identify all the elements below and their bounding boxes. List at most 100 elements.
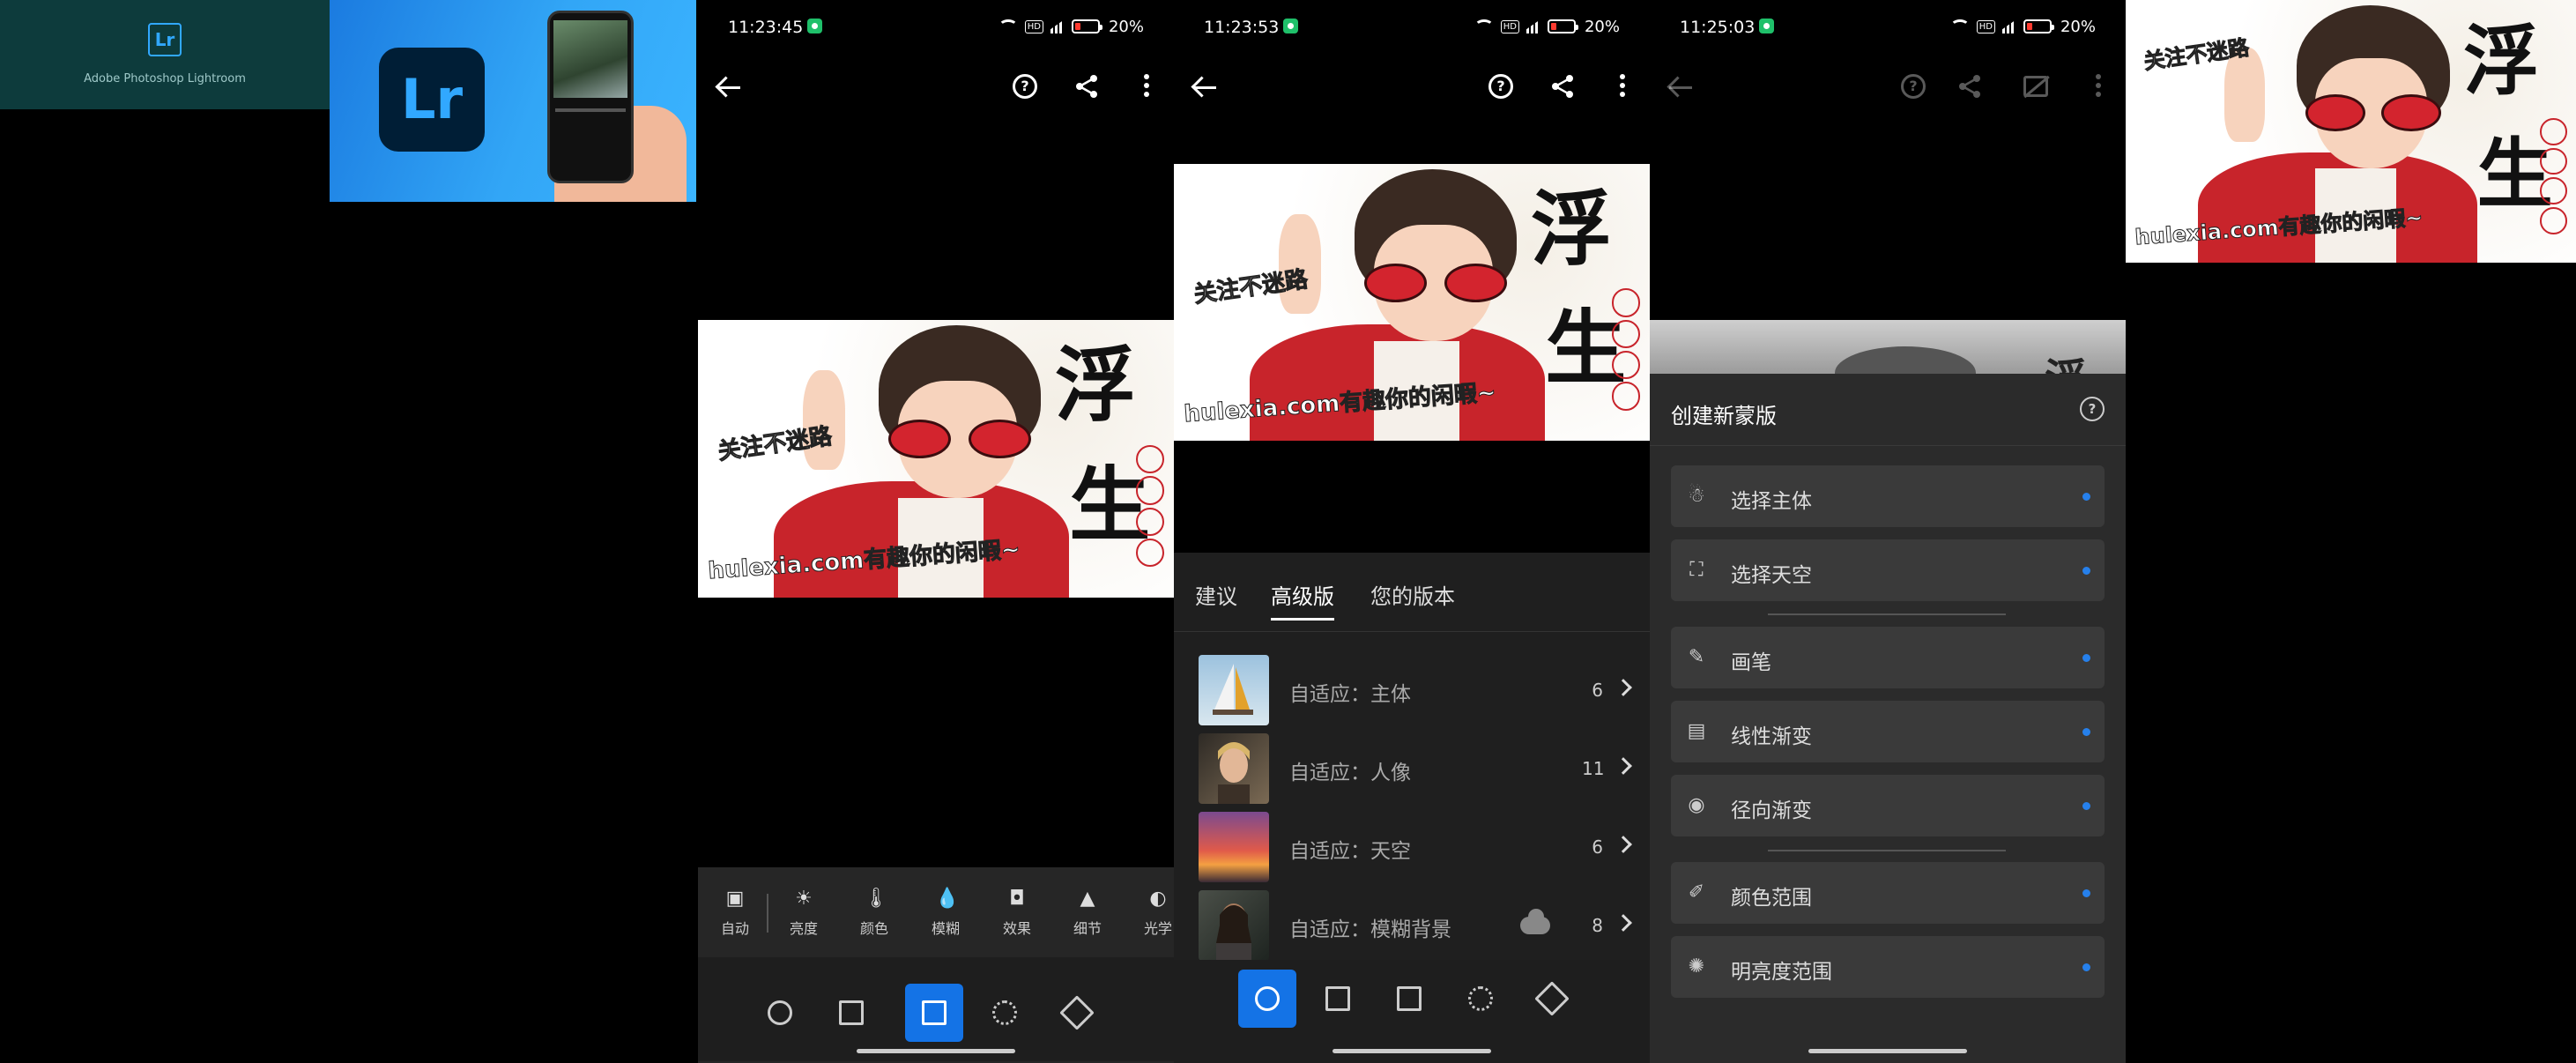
promo-tile-blue: Lr: [330, 0, 696, 202]
share-icon[interactable]: [1956, 72, 1984, 100]
battery-icon: [2023, 19, 2054, 33]
remove-button[interactable]: [1048, 984, 1106, 1042]
bottom-nav: [1174, 960, 1650, 1063]
preset-count: 8: [1592, 915, 1603, 936]
back-arrow-icon[interactable]: [714, 74, 744, 100]
help-icon[interactable]: ?: [2080, 397, 2105, 421]
battery-icon: [1071, 19, 1102, 33]
artwork-title-char-1: 浮: [2463, 16, 2540, 106]
app-name: Adobe Photoshop Lightroom: [84, 72, 246, 85]
image-preview-strip: 浮: [1650, 320, 2126, 375]
lightroom-logo-small: Lr: [148, 23, 182, 56]
create-mask-panel: 创建新蒙版 ? ☃ 选择主体 ⛶ 选择天空 ✎ 画笔 ▤ 线性渐变 ◉ 径向渐变…: [1650, 374, 2126, 1063]
mask-brush[interactable]: ✎ 画笔: [1671, 627, 2105, 688]
chat-notification-icon: [1283, 19, 1298, 33]
back-arrow-icon[interactable]: [1666, 74, 1696, 100]
battery-percent: 20%: [2060, 17, 2096, 36]
preset-thumbnail: [1199, 733, 1269, 804]
vignette-icon: ◘: [1009, 888, 1025, 910]
crop-button[interactable]: [822, 984, 880, 1042]
presets-button[interactable]: [751, 984, 809, 1042]
masking-button[interactable]: [976, 984, 1034, 1042]
mask-select-subject[interactable]: ☃ 选择主体: [1671, 465, 2105, 527]
share-icon[interactable]: [1548, 72, 1577, 100]
status-bar: 11:23:45 HD 20%: [698, 0, 1174, 55]
share-icon[interactable]: [1073, 72, 1101, 100]
edited-image: 浮 生 关注不迷路 hulexia.com有趣你的闲暇~: [1174, 164, 1650, 441]
edit-button[interactable]: [1380, 970, 1438, 1028]
artwork-thumbnail: 浮 生 关注不迷路 hulexia.com有趣你的闲暇~: [2126, 0, 2576, 263]
help-icon[interactable]: ?: [1488, 74, 1513, 99]
artwork-title-char-1: 浮: [1055, 338, 1137, 434]
triangle-icon: ▲: [1080, 888, 1095, 910]
preset-tabs: 建议 高级版 您的版本: [1174, 553, 1650, 632]
status-time: 11:25:03: [1680, 18, 1756, 37]
group-divider: [1768, 613, 2006, 615]
hd-icon: HD: [1024, 19, 1043, 33]
battery-icon: [1547, 19, 1578, 33]
more-options-icon[interactable]: [2096, 74, 2103, 99]
tab-yours[interactable]: 您的版本: [1370, 579, 1455, 610]
tool-auto[interactable]: ▣ 自动: [709, 888, 761, 938]
tab-premium[interactable]: 高级版: [1271, 579, 1334, 621]
preset-row[interactable]: 自适应：模糊背景 8: [1199, 890, 1632, 963]
screen-masking: 11:25:03 HD 20% ? 浮 创建新蒙版 ? ☃ 选择主体 ⛶: [1650, 0, 2126, 1063]
tool-light[interactable]: ☀ 亮度: [777, 888, 830, 938]
edit-panel: ▣ 自动 ☀ 亮度 🌡 颜色 💧 模糊 ◘ 效果 ▲ 细节 ◐ 光学: [698, 867, 1174, 1063]
color-range-icon: ✐: [1688, 881, 1705, 903]
status-time: 11:23:53: [1204, 18, 1280, 37]
chat-notification-icon: [1759, 19, 1774, 33]
crop-button[interactable]: [1309, 970, 1367, 1028]
tool-optics[interactable]: ◐ 光学: [1132, 888, 1174, 938]
help-icon[interactable]: ?: [1901, 74, 1926, 99]
cloud-icon: [1520, 909, 1550, 934]
wifi-icon: [1949, 19, 1970, 33]
chat-notification-icon: [807, 19, 822, 33]
back-arrow-icon[interactable]: [1190, 74, 1220, 100]
mask-select-sky[interactable]: ⛶ 选择天空: [1671, 539, 2105, 601]
top-toolbar: ?: [698, 62, 1174, 113]
preset-count: 11: [1582, 758, 1605, 779]
signal-icon: [2001, 19, 2016, 33]
signal-icon: [1050, 19, 1065, 33]
lens-icon: ◐: [1149, 888, 1167, 910]
luminance-range-icon: ✺: [1688, 955, 1705, 978]
help-icon[interactable]: ?: [1013, 74, 1037, 99]
more-options-icon[interactable]: [1620, 74, 1627, 99]
phone-image: [547, 11, 634, 183]
tool-color[interactable]: 🌡 颜色: [848, 888, 901, 938]
hd-icon: HD: [1976, 19, 1995, 33]
mask-radial-gradient[interactable]: ◉ 径向渐变: [1671, 775, 2105, 836]
drop-icon: 💧: [935, 888, 960, 910]
artwork-title-char-1: 浮: [1531, 182, 1613, 278]
more-options-icon[interactable]: [1144, 74, 1151, 99]
auto-icon: ▣: [725, 888, 745, 910]
mask-luminance-range[interactable]: ✺ 明亮度范围: [1671, 936, 2105, 998]
tab-recommended[interactable]: 建议: [1195, 579, 1237, 610]
remove-button[interactable]: [1523, 970, 1581, 1028]
edit-button[interactable]: [905, 984, 963, 1042]
compare-off-icon[interactable]: [2023, 76, 2048, 97]
preset-row[interactable]: 自适应：人像 11: [1199, 733, 1632, 806]
preset-row[interactable]: 自适应：天空 6: [1199, 812, 1632, 884]
status-bar: 11:23:53 HD 20%: [1174, 0, 1650, 55]
mask-color-range[interactable]: ✐ 颜色范围: [1671, 862, 2105, 924]
tool-divider: [767, 894, 768, 933]
masking-button[interactable]: [1451, 970, 1510, 1028]
battery-percent: 20%: [1108, 17, 1144, 36]
hd-icon: HD: [1500, 19, 1519, 33]
preset-count: 6: [1592, 836, 1603, 858]
chevron-right-icon: [1615, 836, 1632, 853]
tool-blur[interactable]: 💧 模糊: [919, 888, 972, 938]
mask-linear-gradient[interactable]: ▤ 线性渐变: [1671, 701, 2105, 762]
promo-tile-dark: Lr Adobe Photoshop Lightroom: [0, 0, 330, 109]
lightroom-logo-large: Lr: [379, 48, 485, 152]
top-toolbar: ?: [1174, 62, 1650, 113]
preset-row[interactable]: 自适应：主体 6: [1199, 655, 1632, 727]
status-bar: 11:25:03 HD 20%: [1650, 0, 2126, 55]
tool-detail[interactable]: ▲ 细节: [1061, 888, 1114, 938]
tool-effects[interactable]: ◘ 效果: [991, 888, 1043, 938]
signal-icon: [1526, 19, 1540, 33]
preset-label: 自适应：天空: [1289, 840, 1411, 863]
presets-button[interactable]: [1238, 970, 1296, 1028]
